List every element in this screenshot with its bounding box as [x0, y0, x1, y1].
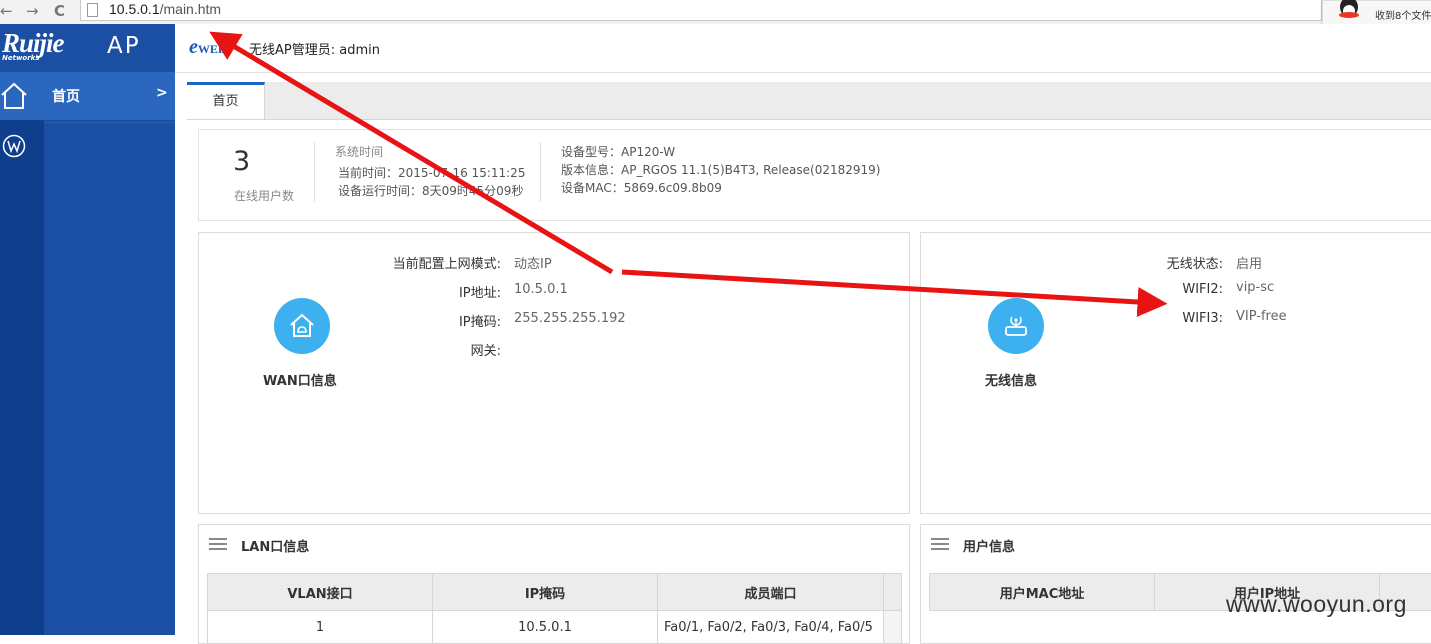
qq-penguin-icon — [1335, 0, 1363, 21]
system-time-title: 系统时间 — [335, 143, 383, 160]
wireless-panel: 无线信息 无线状态: 启用 WIFI2: vip-sc WIFI3: VIP-f… — [920, 232, 1431, 514]
menu-icon[interactable] — [931, 538, 949, 550]
wan-mode-value: 动态IP — [514, 253, 552, 272]
wifi2-label: WIFI2: — [1182, 282, 1223, 297]
wan-icon-circle — [274, 298, 330, 354]
watermark: www.wooyun.org — [1226, 591, 1407, 618]
wan-mode-label: 当前配置上网模式: — [393, 253, 501, 272]
table-cell: 10.5.0.1 — [433, 611, 658, 644]
scrollbar-gutter — [884, 574, 902, 611]
wireless-status-label: 无线状态: — [1167, 253, 1223, 272]
page-header: eWEB 无线AP管理员: admin — [175, 24, 1431, 73]
column-header[interactable]: VLAN接口 — [208, 574, 433, 611]
wifi3-label: WIFI3: — [1182, 311, 1223, 326]
wireless-icon-circle — [988, 298, 1044, 354]
lan-table: VLAN接口 IP掩码 成员端口 1 10.5.0.1 Fa0/1, Fa0/2… — [207, 573, 902, 644]
table-cell: 1 — [208, 611, 433, 644]
device-model: 设备型号：AP120-W — [561, 143, 675, 160]
online-users-label: 在线用户数 — [234, 187, 294, 204]
wireless-menu-icon[interactable] — [2, 134, 26, 158]
column-header[interactable]: IP掩码 — [433, 574, 658, 611]
address-bar[interactable]: 10.5.0.1/main.htm — [80, 0, 1322, 21]
lan-panel: LAN口信息 VLAN接口 IP掩码 成员端口 1 10.5.0.1 Fa0/1… — [198, 524, 910, 644]
scrollbar-gutter[interactable] — [884, 611, 902, 644]
version-info: 版本信息：AP_RGOS 11.1(5)B4T3, Release(021829… — [561, 161, 880, 178]
browser-toolbar: ← → C 10.5.0.1/main.htm — [0, 0, 1431, 25]
forward-icon[interactable]: → — [26, 2, 39, 20]
wan-mask-value: 255.255.255.192 — [514, 311, 626, 326]
wan-mask-label: IP掩码: — [459, 311, 501, 330]
wan-caption: WAN口信息 — [263, 370, 337, 389]
wan-gateway-label: 网关: — [471, 340, 501, 359]
wifi2-value: vip-sc — [1236, 280, 1274, 295]
current-time: 当前时间：2015-07-16 15:11:25 — [338, 164, 525, 181]
reload-icon[interactable]: C — [54, 2, 65, 20]
product-name: AP — [107, 33, 141, 59]
divider — [314, 142, 315, 202]
sidebar-item-label: 首页 — [52, 86, 80, 106]
sidebar-item-home[interactable]: 首页 > — [0, 72, 175, 120]
home-cloud-icon — [288, 312, 316, 340]
column-header[interactable]: 用户MAC地址 — [930, 574, 1155, 611]
sidebar: Ruijie Networks AP 首页 > — [0, 24, 175, 635]
table-header-row: VLAN接口 IP掩码 成员端口 — [208, 574, 902, 611]
wan-ip-value: 10.5.0.1 — [514, 282, 568, 297]
page-icon — [87, 3, 98, 17]
eweb-logo: eWEB — [189, 36, 226, 59]
back-icon[interactable]: ← — [0, 2, 13, 20]
wireless-status-value: 启用 — [1236, 253, 1262, 272]
notification-text: 收到8个文件 — [1375, 7, 1431, 22]
router-wifi-icon — [1002, 312, 1030, 340]
uptime: 设备运行时间：8天09时45分09秒 — [338, 182, 523, 199]
users-panel: 用户信息 用户MAC地址 用户IP地址 — [920, 524, 1431, 644]
divider — [540, 142, 541, 202]
brand-sub: Networks — [2, 54, 40, 62]
url-text: 10.5.0.1/main.htm — [109, 0, 221, 18]
summary-panel: 3 在线用户数 系统时间 当前时间：2015-07-16 15:11:25 设备… — [198, 129, 1431, 221]
table-row: 1 10.5.0.1 Fa0/1, Fa0/2, Fa0/3, Fa0/4, F… — [208, 611, 902, 644]
wan-ip-label: IP地址: — [459, 282, 501, 301]
menu-icon[interactable] — [209, 538, 227, 550]
users-title: 用户信息 — [963, 536, 1015, 555]
wan-panel: WAN口信息 当前配置上网模式: 动态IP IP地址: 10.5.0.1 IP掩… — [198, 232, 910, 514]
sidebar-divider — [44, 122, 175, 123]
url-host: 10.5.0.1 — [109, 1, 160, 17]
home-icon — [0, 82, 28, 110]
tab-bar: 首页 — [187, 82, 1431, 120]
online-users-count: 3 — [233, 146, 250, 177]
page-title: 无线AP管理员: admin — [249, 39, 380, 58]
sidebar-icon-strip — [0, 120, 44, 635]
tab-home[interactable]: 首页 — [187, 82, 265, 119]
lan-title: LAN口信息 — [241, 536, 309, 555]
wireless-caption: 无线信息 — [985, 370, 1037, 389]
device-mac: 设备MAC：5869.6c09.8b09 — [561, 179, 722, 196]
table-cell: Fa0/1, Fa0/2, Fa0/3, Fa0/4, Fa0/5 — [658, 611, 884, 644]
chevron-right-icon: > — [156, 85, 168, 101]
ruijie-logo: Ruijie Networks AP — [0, 24, 175, 72]
url-path: /main.htm — [160, 1, 221, 17]
wifi3-value: VIP-free — [1236, 309, 1287, 324]
column-header[interactable]: 成员端口 — [658, 574, 884, 611]
